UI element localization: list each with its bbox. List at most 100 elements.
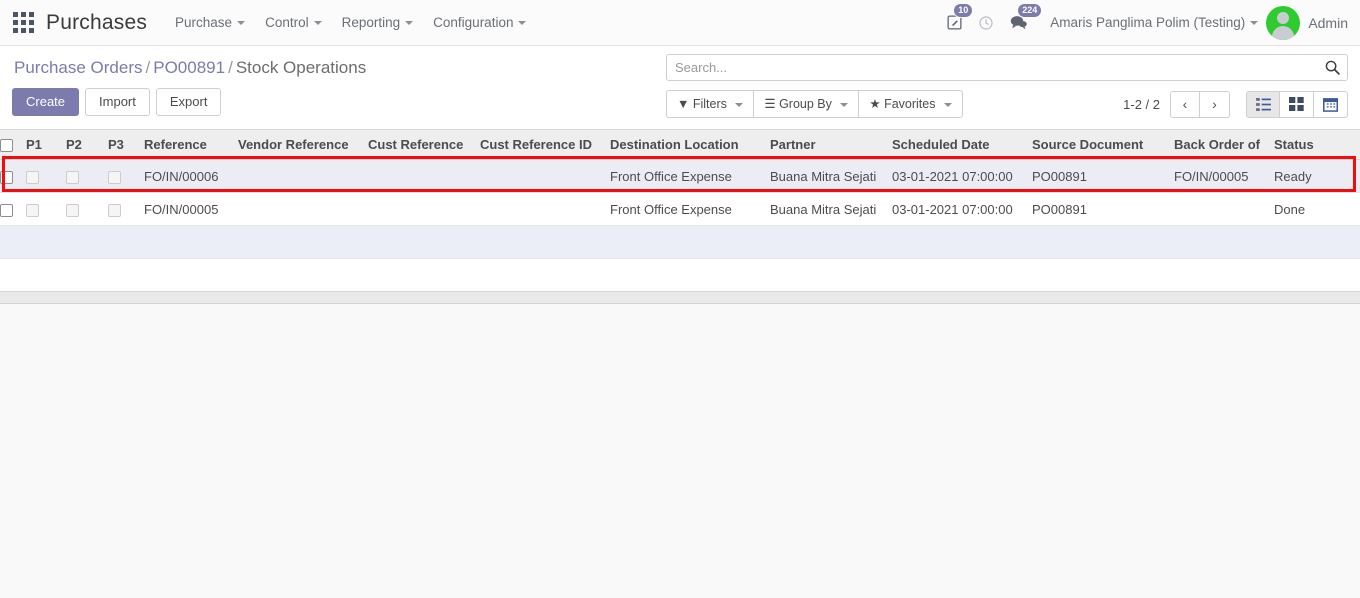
cell-back-order-of	[1174, 192, 1274, 227]
menu-purchase[interactable]: Purchase	[165, 9, 255, 36]
row-select-cell[interactable]	[0, 192, 26, 227]
column-header-vendor-reference[interactable]: Vendor Reference	[238, 130, 368, 161]
column-header-p1[interactable]: P1	[26, 130, 66, 161]
user-menu[interactable]: Admin	[1266, 5, 1348, 40]
table-row[interactable]: FO/IN/00006 Front Office Expense Buana M…	[0, 159, 1360, 194]
table-row[interactable]: FO/IN/00005 Front Office Expense Buana M…	[0, 192, 1360, 227]
menu-control[interactable]: Control	[255, 9, 332, 36]
kanban-view-button[interactable]	[1280, 90, 1314, 118]
filter-icon: ▼	[677, 97, 690, 111]
cell-cust-reference	[368, 192, 480, 227]
cell-vendor-reference	[238, 159, 368, 194]
select-all-header[interactable]	[0, 130, 26, 161]
list-view-icon	[1255, 97, 1271, 111]
column-header-partner[interactable]: Partner	[770, 130, 892, 161]
table-header-row: P1 P2 P3 Reference Vendor Reference Cust…	[0, 130, 1360, 161]
select-all-checkbox[interactable]	[0, 139, 13, 153]
pager-next-button[interactable]: ›	[1200, 90, 1230, 118]
row-p2-cell	[66, 192, 108, 227]
export-button[interactable]: Export	[155, 88, 222, 116]
group-by-button[interactable]: ☰ Group By	[753, 90, 859, 118]
apps-menu-button[interactable]	[0, 0, 46, 45]
p3-checkbox	[108, 170, 121, 184]
row-checkbox[interactable]	[0, 170, 13, 184]
clock-icon	[979, 15, 993, 30]
cell-cust-reference	[368, 159, 480, 194]
p1-checkbox	[26, 170, 39, 184]
content-divider-band	[0, 291, 1360, 305]
row-select-cell[interactable]	[0, 159, 26, 194]
avatar	[1266, 5, 1301, 40]
cell-cust-reference-id	[480, 192, 610, 227]
filters-button[interactable]: ▼ Filters	[666, 90, 754, 118]
column-header-source-document[interactable]: Source Document	[1032, 130, 1174, 161]
column-header-back-order-of[interactable]: Back Order of	[1174, 130, 1274, 161]
import-button[interactable]: Import	[85, 88, 150, 116]
menu-reporting-label: Reporting	[341, 15, 401, 30]
column-header-p2[interactable]: P2	[66, 130, 108, 161]
kanban-view-icon	[1289, 97, 1304, 111]
favorites-label: Favorites	[884, 97, 936, 111]
cell-source-document: PO00891	[1032, 159, 1174, 194]
column-header-p3[interactable]: P3	[108, 130, 144, 161]
cell-back-order-of: FO/IN/00005	[1174, 159, 1274, 194]
pager: 1-2 / 2 ‹ ›	[1123, 90, 1348, 118]
search-icon[interactable]	[1324, 59, 1341, 76]
menu-purchase-label: Purchase	[175, 15, 233, 30]
menu-configuration-label: Configuration	[433, 15, 514, 30]
row-p1-cell	[26, 192, 66, 227]
table-footer-cell	[0, 225, 1360, 260]
row-checkbox[interactable]	[0, 203, 13, 217]
group-by-label: Group By	[779, 97, 832, 111]
list-view-button[interactable]	[1246, 90, 1280, 118]
company-switcher[interactable]: Amaris Panglima Polim (Testing)	[1050, 15, 1259, 30]
chevron-down-icon	[1250, 21, 1259, 26]
messages-badge: 224	[1017, 3, 1043, 18]
control-panel-right: ▼ Filters ☰ Group By ★ Favorites 1-2 / 2	[666, 54, 1348, 118]
column-header-scheduled-date[interactable]: Scheduled Date	[892, 130, 1032, 161]
breadcrumb-current: Stock Operations	[235, 58, 367, 77]
filters-label: Filters	[692, 97, 727, 111]
p1-checkbox	[26, 203, 39, 217]
star-icon: ★	[869, 97, 881, 111]
clock-button[interactable]	[970, 0, 1002, 45]
cell-reference: FO/IN/00005	[144, 192, 238, 227]
column-header-cust-reference-id[interactable]: Cust Reference ID	[480, 130, 610, 161]
menu-configuration[interactable]: Configuration	[423, 9, 536, 36]
column-header-reference[interactable]: Reference	[144, 130, 238, 161]
calendar-view-button[interactable]	[1314, 90, 1348, 118]
column-header-status[interactable]: Status	[1274, 130, 1360, 161]
create-button[interactable]: Create	[12, 88, 80, 116]
column-header-cust-reference[interactable]: Cust Reference	[368, 130, 480, 161]
activity-button[interactable]: 10	[938, 0, 974, 45]
messages-button[interactable]: 224	[1002, 0, 1043, 45]
status-badge: Done	[1274, 192, 1360, 227]
breadcrumb-po00891[interactable]: PO00891	[153, 58, 225, 77]
cell-partner: Buana Mitra Sejati	[770, 159, 892, 194]
cell-destination-location: Front Office Expense	[610, 159, 770, 194]
chevron-down-icon	[943, 102, 952, 107]
navbar-right-tools: 10 224 Amaris Panglima Polim (Testing) A…	[938, 0, 1348, 45]
menu-control-label: Control	[265, 15, 309, 30]
apps-grid-icon	[12, 12, 34, 33]
chevron-down-icon	[518, 21, 527, 26]
table-footer-row	[0, 225, 1360, 260]
breadcrumb-separator: /	[228, 58, 233, 77]
breadcrumb-purchase-orders[interactable]: Purchase Orders	[14, 58, 143, 77]
pager-previous-button[interactable]: ‹	[1170, 90, 1200, 118]
chevron-down-icon	[237, 21, 246, 26]
action-buttons: Create Import Export	[12, 88, 366, 116]
app-brand-title: Purchases	[46, 10, 148, 34]
favorites-button[interactable]: ★ Favorites	[858, 90, 963, 118]
list-lines-icon: ☰	[764, 97, 776, 111]
cell-cust-reference-id	[480, 159, 610, 194]
search-bar[interactable]	[666, 54, 1348, 81]
column-header-destination-location[interactable]: Destination Location	[610, 130, 770, 161]
cell-destination-location: Front Office Expense	[610, 192, 770, 227]
cell-vendor-reference	[238, 192, 368, 227]
menu-reporting[interactable]: Reporting	[332, 9, 424, 36]
filter-button-group: ▼ Filters ☰ Group By ★ Favorites	[666, 90, 963, 118]
cell-partner: Buana Mitra Sejati	[770, 192, 892, 227]
chevron-down-icon	[735, 102, 744, 107]
search-input[interactable]	[675, 60, 1324, 75]
